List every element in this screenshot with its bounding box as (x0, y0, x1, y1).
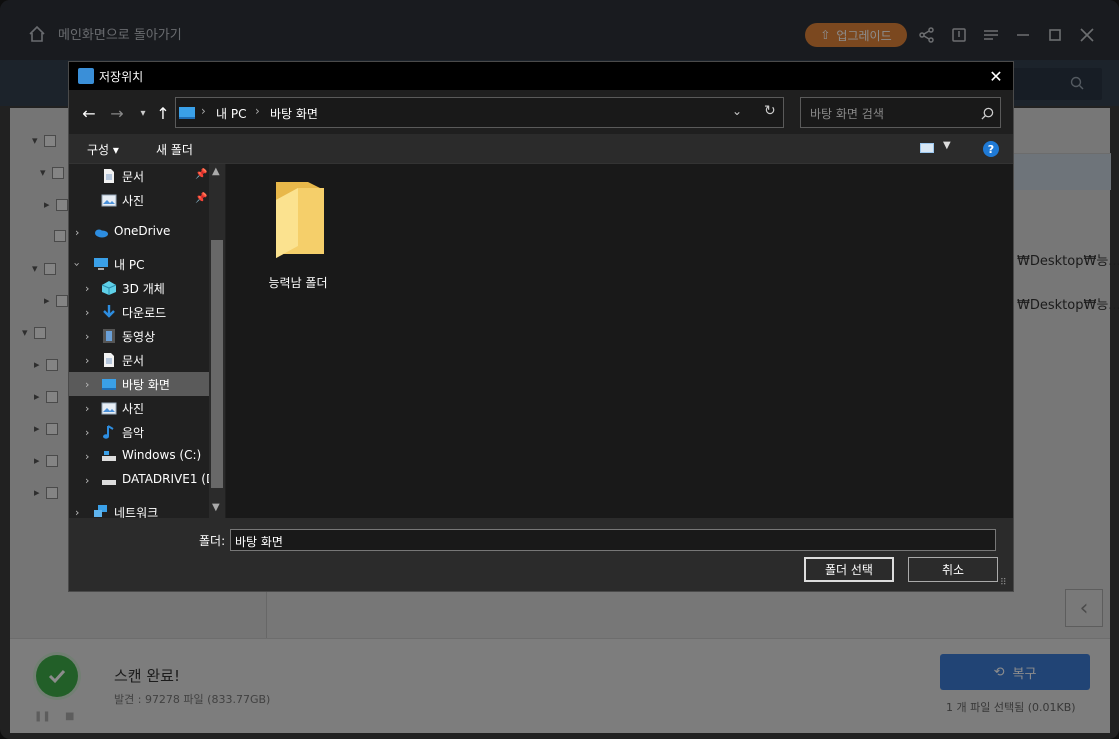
video-icon (103, 329, 115, 343)
resize-grip-icon[interactable]: ⠿ (1000, 578, 1007, 588)
nav-item-label: 동영상 (122, 330, 156, 344)
scroll-down-icon[interactable]: ▼ (212, 502, 220, 513)
chevron-right-icon[interactable]: › (85, 282, 89, 295)
3d-objects-icon (101, 281, 117, 295)
command-bar: 구성 ▾ 새 폴더 ▼ ? (69, 134, 1013, 164)
onedrive-icon (95, 229, 108, 238)
chevron-right-icon[interactable]: › (85, 402, 89, 415)
pin-icon: 📌 (195, 169, 208, 180)
document-icon (104, 353, 114, 367)
pc-icon (94, 258, 108, 270)
nav-item-onedrive[interactable]: › OneDrive (69, 220, 209, 244)
breadcrumb-item[interactable]: 바탕 화면 (270, 105, 318, 122)
breadcrumb-separator-icon: › (201, 104, 206, 118)
chevron-down-icon[interactable]: ▼ (943, 140, 951, 151)
desktop-icon (102, 379, 116, 390)
breadcrumb-separator-icon: › (255, 104, 260, 118)
pin-icon: 📌 (195, 193, 208, 204)
nav-item-drive-c[interactable]: › Windows (C:) (69, 444, 209, 468)
search-placeholder: 바탕 화면 검색 (810, 107, 884, 121)
download-icon (103, 305, 115, 318)
save-location-dialog: 저장위치 ✕ ← → ▾ ↑ › 내 PC › 바탕 화면 ⌄ ↻ 바탕 화면 … (68, 61, 1014, 592)
drive-c-icon (102, 451, 116, 461)
cancel-button[interactable]: 취소 (908, 557, 998, 582)
nav-item-label: 사진 (122, 194, 145, 208)
chevron-right-icon[interactable]: › (75, 226, 79, 239)
pictures-icon (101, 402, 117, 415)
nav-item-pictures[interactable]: › 사진 (69, 396, 209, 420)
music-icon (103, 425, 114, 439)
organize-menu[interactable]: 구성 ▾ (87, 141, 119, 158)
nav-item-label: 사진 (122, 402, 145, 416)
forward-arrow-icon[interactable]: → (107, 103, 127, 123)
recent-dropdown-icon[interactable]: ▾ (133, 103, 153, 123)
nav-item-label: 문서 (122, 354, 145, 368)
chevron-down-icon[interactable]: ⌄ (732, 104, 742, 118)
navigation-pane: 문서 📌 사진 📌 › OneDrive › 내 PC › 3D 개체 › 다운… (69, 164, 225, 518)
nav-item-label: 음악 (122, 426, 145, 440)
nav-item-videos[interactable]: › 동영상 (69, 324, 209, 348)
nav-item-label: DATADRIVE1 (D (122, 472, 216, 486)
nav-item-label: 네트워크 (114, 506, 159, 518)
dialog-app-icon (78, 68, 94, 84)
folder-field-label: 폴더: (199, 534, 226, 548)
nav-item-pictures[interactable]: 사진 📌 (69, 188, 209, 212)
dialog-title: 저장위치 (99, 70, 144, 84)
address-row: ← → ▾ ↑ › 내 PC › 바탕 화면 ⌄ ↻ 바탕 화면 검색 (69, 90, 1013, 134)
chevron-right-icon[interactable]: › (85, 330, 89, 343)
nav-item-documents[interactable]: › 문서 (69, 348, 209, 372)
network-icon (94, 505, 107, 517)
nav-item-label: 바탕 화면 (122, 378, 170, 392)
nav-item-drive-d[interactable]: › DATADRIVE1 (D (69, 468, 215, 492)
view-mode-icon[interactable] (920, 143, 934, 153)
nav-item-label: 3D 개체 (122, 282, 165, 296)
search-input[interactable]: 바탕 화면 검색 (800, 97, 1001, 128)
pc-icon (179, 107, 195, 119)
dialog-titlebar: 저장위치 ✕ (69, 62, 1013, 90)
dialog-footer: 폴더: 바탕 화면 폴더 선택 취소 ⠿ (69, 518, 1013, 591)
chevron-right-icon[interactable]: › (85, 450, 89, 463)
nav-item-this-pc[interactable]: › 내 PC (69, 252, 209, 276)
nav-item-desktop[interactable]: › 바탕 화면 (69, 372, 209, 396)
address-bar[interactable]: › 내 PC › 바탕 화면 ⌄ ↻ (175, 97, 784, 128)
chevron-right-icon[interactable]: › (85, 354, 89, 367)
nav-item-label: OneDrive (114, 224, 171, 238)
nav-item-documents[interactable]: 문서 📌 (69, 164, 209, 188)
dialog-close-icon[interactable]: ✕ (985, 66, 1007, 86)
nav-item-label: 다운로드 (122, 306, 167, 320)
drive-d-icon (102, 480, 116, 485)
folder-content-pane: 능력남 폴더 (226, 164, 1013, 518)
refresh-icon[interactable]: ↻ (764, 103, 776, 119)
folder-label: 능력남 폴더 (268, 276, 328, 290)
help-icon[interactable]: ? (983, 141, 999, 157)
nav-item-music[interactable]: › 음악 (69, 420, 209, 444)
chevron-right-icon[interactable]: › (85, 474, 89, 487)
search-icon (981, 107, 994, 120)
new-folder-button[interactable]: 새 폴더 (156, 141, 193, 158)
nav-item-label: 내 PC (114, 258, 145, 272)
up-arrow-icon[interactable]: ↑ (153, 103, 173, 123)
back-arrow-icon[interactable]: ← (79, 103, 99, 123)
nav-item-label: 문서 (122, 170, 145, 184)
chevron-right-icon[interactable]: › (85, 426, 89, 439)
nav-item-downloads[interactable]: › 다운로드 (69, 300, 209, 324)
chevron-right-icon[interactable]: › (85, 378, 89, 391)
nav-item-network[interactable]: › 네트워크 (69, 500, 209, 518)
folder-icon (276, 182, 324, 258)
chevron-right-icon[interactable]: › (85, 306, 89, 319)
nav-item-3d-objects[interactable]: › 3D 개체 (69, 276, 209, 300)
pictures-icon (101, 194, 117, 207)
chevron-right-icon[interactable]: › (75, 506, 79, 519)
nav-item-label: Windows (C:) (122, 448, 202, 462)
nav-pane-scrollbar[interactable]: ▲ ▼ (209, 164, 225, 518)
scroll-up-icon[interactable]: ▲ (212, 166, 220, 177)
chevron-down-icon[interactable]: › (71, 262, 84, 266)
breadcrumb-item[interactable]: 내 PC (216, 105, 246, 122)
scrollbar-thumb[interactable] (211, 240, 223, 488)
folder-name-field[interactable]: 바탕 화면 (230, 529, 996, 551)
select-folder-button[interactable]: 폴더 선택 (804, 557, 894, 582)
document-icon (104, 169, 114, 183)
folder-item[interactable]: 능력남 폴더 (260, 180, 336, 290)
